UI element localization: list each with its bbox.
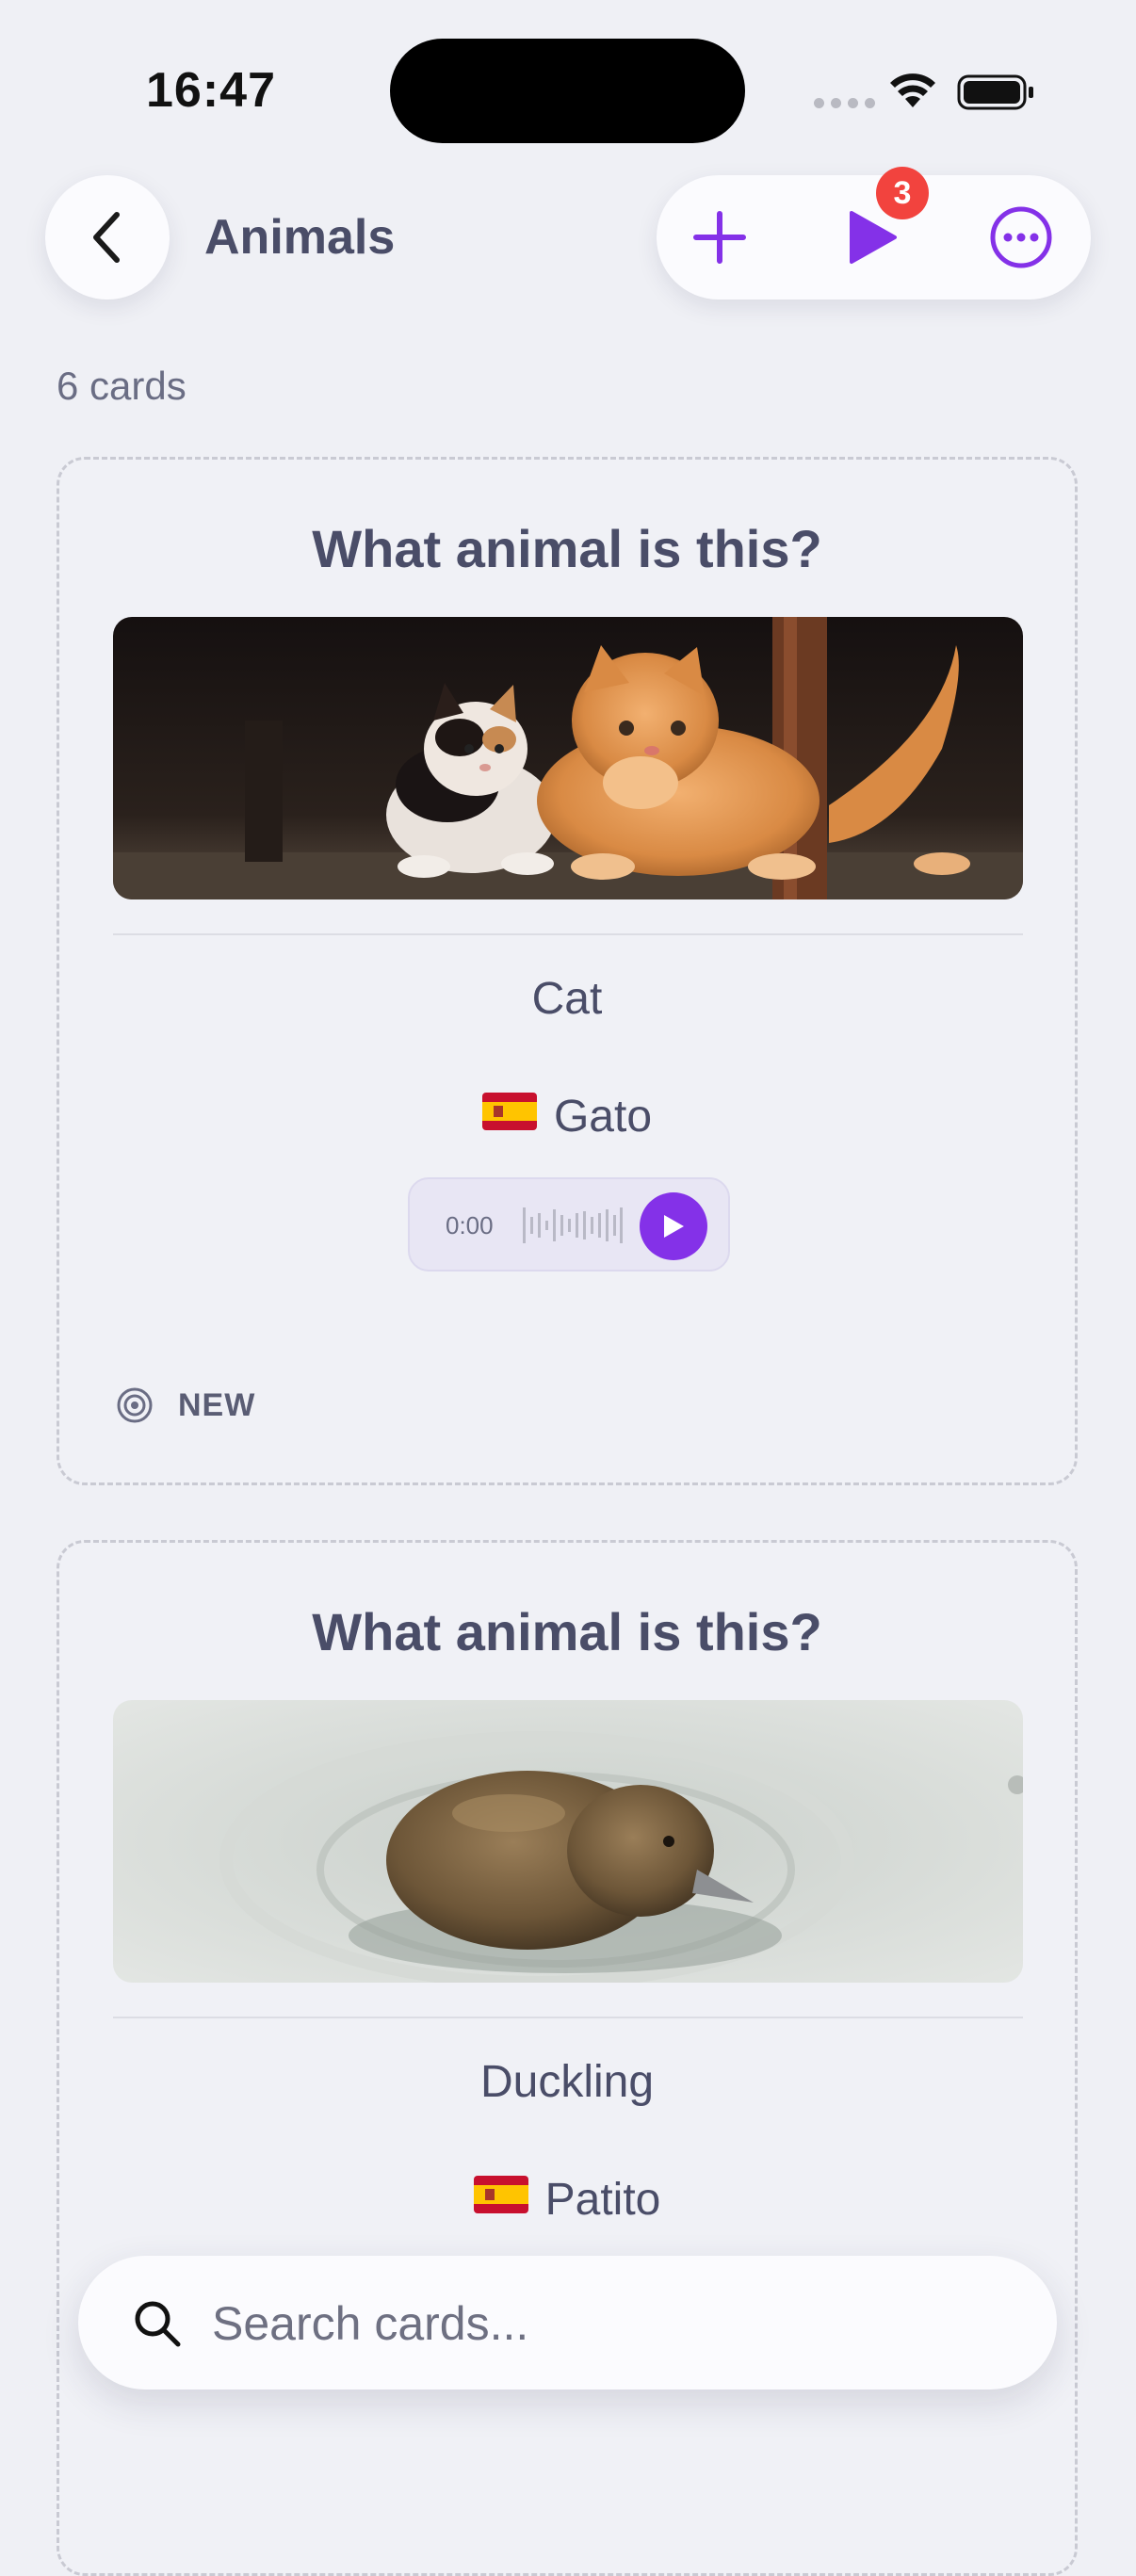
card-translation: Patito: [544, 2175, 661, 2225]
play-icon: [850, 211, 897, 264]
card-translation-row: Patito: [59, 2174, 1075, 2228]
card-translation-row: Gato: [59, 1091, 1075, 1145]
plus-icon: [693, 211, 746, 264]
card-translation: Gato: [553, 1092, 653, 1142]
status-bar: 16:47: [0, 0, 1136, 160]
wifi-icon: [890, 73, 935, 107]
chevron-left-icon: [93, 212, 120, 263]
audio-player[interactable]: 0:00: [408, 1177, 730, 1272]
card-count: 6 cards: [57, 364, 187, 408]
card-answer: Cat: [531, 974, 603, 1024]
target-icon: [117, 1387, 153, 1423]
play-badge: 3: [876, 167, 929, 219]
card-question: What animal is this?: [312, 519, 822, 578]
dynamic-island: [390, 39, 745, 143]
search-bar[interactable]: [78, 2256, 1057, 2391]
flashcard[interactable]: What animal is this?: [57, 1540, 1078, 2576]
back-button[interactable]: [45, 175, 170, 300]
card-divider: [113, 2017, 1023, 2018]
spain-flag-icon: [481, 1090, 537, 1142]
battery-icon: [957, 74, 1033, 110]
card-answer: Duckling: [479, 2057, 655, 2107]
waveform-icon: [523, 1207, 623, 1243]
audio-time: 0:00: [446, 1211, 494, 1239]
status-label: NEW: [178, 1386, 256, 1423]
add-card-button[interactable]: [663, 175, 776, 300]
flashcard[interactable]: What animal is this?: [57, 457, 1078, 1485]
card-divider: [113, 933, 1023, 935]
status-time: 16:47: [146, 63, 276, 118]
card-image-kittens: [113, 617, 1023, 899]
cellular-signal-icon: [814, 98, 875, 108]
card-status: NEW: [116, 1386, 255, 1424]
play-icon: [664, 1215, 684, 1238]
card-question: What animal is this?: [312, 1602, 822, 1661]
page-title: Animals: [204, 210, 396, 265]
search-icon: [135, 2301, 181, 2347]
ellipsis-circle-icon: [990, 206, 1052, 268]
more-options-button[interactable]: [965, 175, 1078, 300]
audio-play-button[interactable]: [640, 1192, 707, 1260]
card-image-duckling: [113, 1700, 1023, 1983]
spain-flag-icon: [473, 2173, 528, 2225]
search-input[interactable]: [210, 2256, 1024, 2391]
